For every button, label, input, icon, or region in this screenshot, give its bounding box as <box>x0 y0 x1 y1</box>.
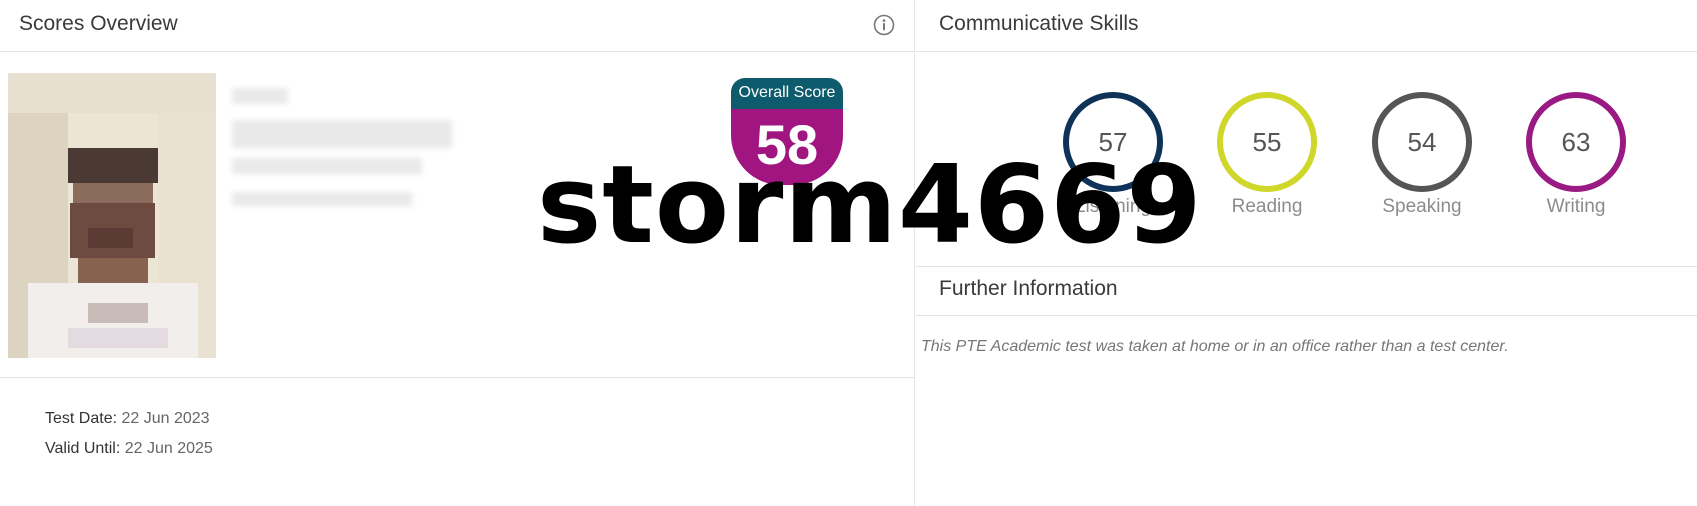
communicative-skills-title: Communicative Skills <box>939 12 1139 35</box>
further-information-header: Further Information <box>916 266 1697 316</box>
redacted-details-2 <box>232 158 422 174</box>
test-date-row: Test Date: 22 Jun 2023 <box>45 410 210 428</box>
candidate-photo <box>8 73 216 358</box>
further-information-title: Further Information <box>939 277 1118 300</box>
speaking-score-ring: 54 <box>1372 92 1472 192</box>
test-date-label: Test Date: <box>45 410 118 427</box>
reading-score-ring: 55 <box>1217 92 1317 192</box>
redacted-details-3 <box>232 192 412 206</box>
redacted-details <box>232 120 452 148</box>
skill-speaking: 54 Speaking <box>1362 92 1482 218</box>
writing-label: Writing <box>1546 196 1606 217</box>
skill-reading: 55 Reading <box>1207 92 1327 218</box>
valid-until-row: Valid Until: 22 Jun 2025 <box>45 440 213 458</box>
speaking-label: Speaking <box>1382 196 1462 217</box>
scores-overview-header: Scores Overview <box>0 0 914 52</box>
info-circle-icon[interactable] <box>873 14 895 36</box>
overall-score-label: Overall Score <box>731 78 843 109</box>
valid-until-label: Valid Until: <box>45 440 121 457</box>
reading-label: Reading <box>1231 196 1303 217</box>
scores-overview-title: Scores Overview <box>19 12 178 35</box>
test-date-value: 22 Jun 2023 <box>121 410 210 427</box>
redacted-name <box>232 88 288 104</box>
writing-score-ring: 63 <box>1526 92 1626 192</box>
valid-until-value: 22 Jun 2025 <box>124 440 213 457</box>
skill-writing: 63 Writing <box>1516 92 1636 218</box>
communicative-skills-header: Communicative Skills <box>916 0 1697 52</box>
further-information-note: This PTE Academic test was taken at home… <box>921 338 1509 355</box>
divider <box>0 377 915 378</box>
watermark-text: storm4669 <box>537 143 1203 268</box>
